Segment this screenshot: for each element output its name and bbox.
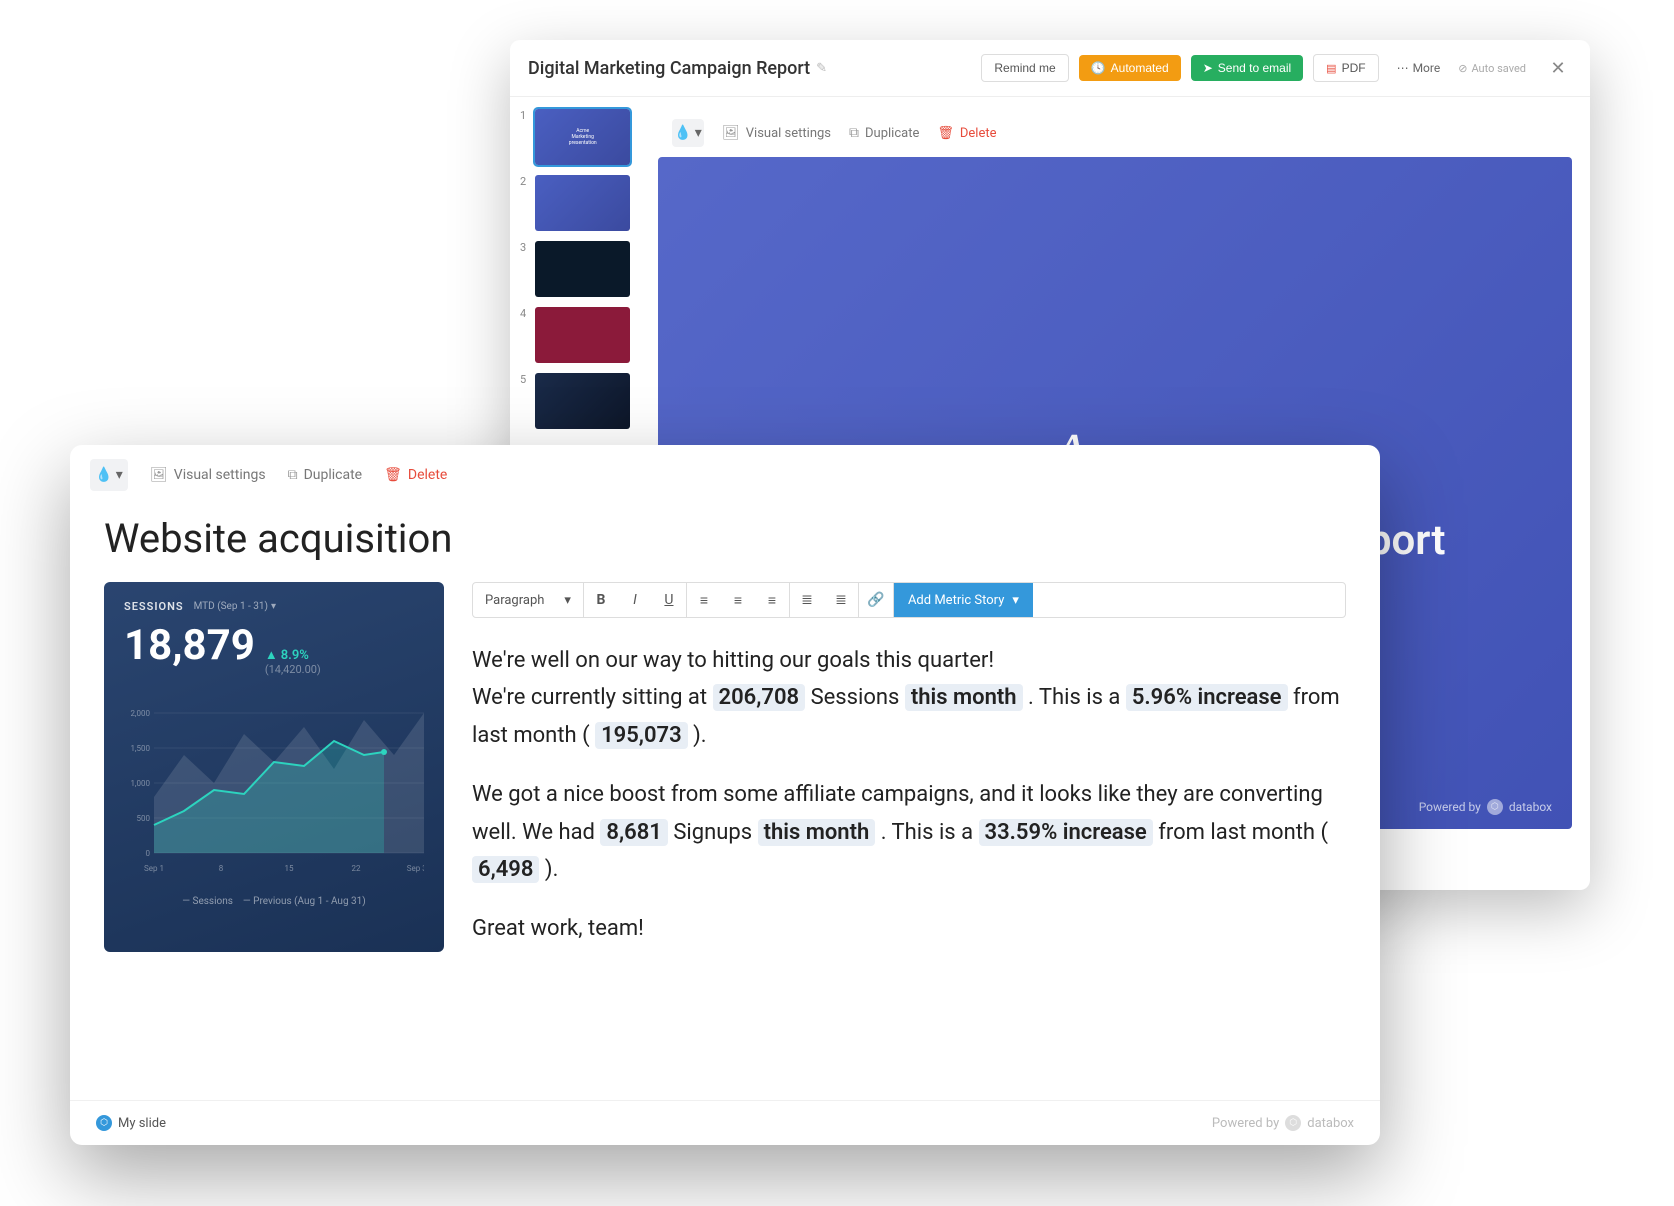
pdf-button[interactable]: ▤PDF	[1313, 54, 1378, 82]
align-center-button[interactable]: ≡	[721, 583, 755, 617]
send-icon: ➤	[1203, 61, 1213, 75]
metric-chip-prev-signups[interactable]: 6,498	[472, 856, 539, 883]
chevron-down-icon: ▾	[271, 601, 276, 612]
sessions-prev-value: (14,420.00)	[265, 663, 321, 676]
pdf-icon: ▤	[1326, 62, 1336, 75]
my-slide-label: ⬡ My slide	[96, 1115, 166, 1131]
svg-text:1,000: 1,000	[130, 779, 150, 788]
copy-icon: ⧉	[288, 467, 298, 483]
metric-chip-signups[interactable]: 8,681	[600, 819, 667, 846]
rich-text-toolbar: Paragraph▾ B I U ≡ ≡ ≡ ≣ ≣ 🔗 Add Metric …	[472, 582, 1346, 618]
check-circle-icon: ⊘	[1458, 62, 1467, 75]
align-left-button[interactable]: ≡	[687, 583, 721, 617]
align-right-button[interactable]: ≡	[755, 583, 789, 617]
metric-chip-increase[interactable]: 33.59% increase	[979, 819, 1153, 846]
svg-text:8: 8	[219, 864, 224, 873]
autosave-status: ⊘Auto saved	[1458, 62, 1526, 75]
clock-icon: 🕓	[1091, 61, 1106, 75]
delete-button[interactable]: 🗑Delete	[384, 467, 447, 483]
metric-chip-period[interactable]: this month	[758, 819, 876, 846]
metric-chip-prev-sessions[interactable]: 195,073	[595, 722, 688, 749]
metric-chip-period[interactable]: this month	[905, 684, 1023, 711]
italic-button[interactable]: I	[618, 583, 652, 617]
chevron-down-icon: ▾	[1012, 593, 1019, 608]
ordered-list-button[interactable]: ≣	[790, 583, 824, 617]
story-text-area[interactable]: We're well on our way to hitting our goa…	[472, 642, 1346, 948]
sessions-chart: 2,000 1,500 1,000 500 0	[124, 688, 424, 888]
svg-text:22: 22	[352, 864, 361, 873]
paragraph-style-select[interactable]: Paragraph▾	[473, 583, 584, 617]
slide-editor-window: 💧▾ 🖼Visual settings ⧉Duplicate 🗑Delete W…	[70, 445, 1380, 1145]
databox-logo-icon: ⬡	[1285, 1115, 1301, 1131]
svg-text:0: 0	[146, 849, 151, 858]
svg-text:15: 15	[285, 864, 294, 873]
thumbnail-3[interactable]: 3	[520, 241, 630, 297]
add-metric-story-button[interactable]: Add Metric Story▾	[894, 583, 1033, 617]
slide-toolbar: 💧▾ 🖼Visual settings ⧉Duplicate 🗑Delete	[658, 109, 1572, 157]
thumbnail-1[interactable]: 1 AcmeMarketingpresentation	[520, 109, 630, 165]
color-theme-dropdown[interactable]: 💧▾	[672, 119, 704, 147]
up-arrow-icon: ▲	[265, 647, 278, 663]
more-dots-icon: ⋯	[1397, 61, 1409, 75]
remind-me-button[interactable]: Remind me	[981, 54, 1068, 82]
close-button[interactable]: ✕	[1544, 54, 1572, 82]
copy-icon: ⧉	[849, 125, 859, 141]
svg-text:2,000: 2,000	[130, 709, 150, 718]
svg-text:Sep 31: Sep 31	[407, 864, 424, 873]
chart-legend: — Sessions — Previous (Aug 1 - Aug 31)	[124, 896, 424, 907]
sessions-label: SESSIONS	[124, 600, 184, 613]
report-title: Digital Marketing Campaign Report ✎	[528, 58, 827, 79]
svg-text:500: 500	[137, 814, 151, 823]
chevron-down-icon: ▾	[695, 125, 702, 141]
slide-editor-toolbar: 💧▾ 🖼Visual settings ⧉Duplicate 🗑Delete	[70, 445, 1380, 505]
databox-logo-icon: ⬡	[1487, 799, 1503, 815]
header-bar: Digital Marketing Campaign Report ✎ Remi…	[510, 40, 1590, 97]
date-range-dropdown[interactable]: MTD (Sep 1 - 31)▾	[194, 601, 276, 612]
delete-button[interactable]: 🗑Delete	[937, 126, 996, 141]
svg-text:Sep 1: Sep 1	[144, 864, 164, 873]
thumbnail-5[interactable]: 5	[520, 373, 630, 429]
svg-text:1,500: 1,500	[130, 744, 150, 753]
sessions-value: 18,879	[124, 621, 255, 670]
slide-badge-icon: ⬡	[96, 1115, 112, 1131]
slide-footer: Powered by ⬡ databox	[1419, 799, 1552, 815]
title-text: Digital Marketing Campaign Report	[528, 58, 810, 79]
sessions-change-pct: ▲8.9%	[265, 647, 321, 663]
powered-by: Powered by ⬡ databox	[1212, 1115, 1354, 1131]
duplicate-button[interactable]: ⧉Duplicate	[288, 467, 363, 483]
send-to-email-button[interactable]: ➤Send to email	[1191, 55, 1303, 81]
metric-chip-sessions[interactable]: 206,708	[713, 684, 806, 711]
chevron-down-icon: ▾	[564, 593, 571, 608]
thumbnail-4[interactable]: 4	[520, 307, 630, 363]
image-icon: 🖼	[722, 125, 740, 141]
visual-settings-button[interactable]: 🖼Visual settings	[150, 467, 266, 483]
unordered-list-button[interactable]: ≣	[824, 583, 858, 617]
sessions-metric-card: SESSIONS MTD (Sep 1 - 31)▾ 18,879 ▲8.9% …	[104, 582, 444, 952]
bold-button[interactable]: B	[584, 583, 618, 617]
color-theme-dropdown[interactable]: 💧▾	[90, 459, 128, 491]
more-menu[interactable]: ⋯More	[1389, 61, 1449, 75]
link-button[interactable]: 🔗	[859, 583, 893, 617]
underline-button[interactable]: U	[652, 583, 686, 617]
trash-icon: 🗑	[937, 126, 954, 141]
page-title: Website acquisition	[104, 515, 1346, 562]
thumbnail-2[interactable]: 2	[520, 175, 630, 231]
chevron-down-icon: ▾	[116, 467, 123, 483]
droplet-icon: 💧	[674, 125, 691, 141]
trash-icon: 🗑	[384, 467, 402, 483]
droplet-icon: 💧	[95, 467, 112, 483]
automated-button[interactable]: 🕓Automated	[1079, 55, 1181, 81]
image-icon: 🖼	[150, 467, 168, 483]
visual-settings-button[interactable]: 🖼Visual settings	[722, 125, 831, 141]
metric-chip-increase[interactable]: 5.96% increase	[1126, 684, 1288, 711]
duplicate-button[interactable]: ⧉Duplicate	[849, 125, 919, 141]
edit-title-icon[interactable]: ✎	[816, 61, 827, 76]
slide-footer-bar: ⬡ My slide Powered by ⬡ databox	[70, 1100, 1380, 1145]
